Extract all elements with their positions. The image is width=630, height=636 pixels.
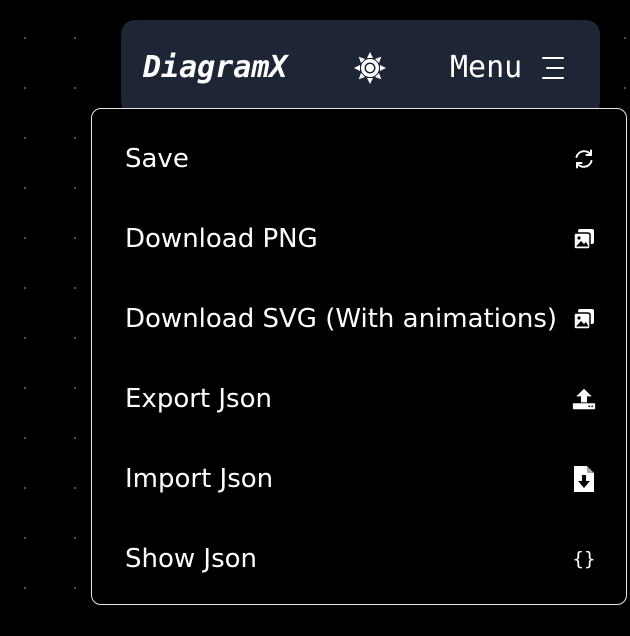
sync-icon <box>572 147 596 171</box>
menu-button[interactable]: Menu <box>450 46 566 90</box>
file-import-icon <box>572 466 596 492</box>
menu-item-save[interactable]: Save <box>92 129 626 189</box>
menu-item-download-png[interactable]: Download PNG <box>92 209 626 269</box>
menu-item-label: Show Json <box>125 544 258 574</box>
menu-item-download-svg[interactable]: Download SVG (With animations) <box>92 289 626 349</box>
menu-item-export-json[interactable]: Export Json <box>92 369 626 429</box>
menu-item-label: Save <box>125 144 189 174</box>
images-icon <box>572 307 596 331</box>
menu-item-label: Export Json <box>125 384 272 414</box>
menu-item-label: Download SVG (With animations) <box>125 304 558 334</box>
menu-item-label: Download PNG <box>125 224 318 254</box>
menu-item-show-json[interactable]: Show Json {} <box>92 529 626 589</box>
menu-dropdown: Save Download PNG Download SVG (With ani… <box>91 108 627 605</box>
sun-icon <box>354 52 386 84</box>
upload-icon <box>572 387 596 411</box>
top-bar: DiagramX Menu <box>121 20 600 116</box>
menu-button-label: Menu <box>450 50 523 85</box>
menu-item-import-json[interactable]: Import Json <box>92 449 626 509</box>
hamburger-icon <box>542 57 565 79</box>
braces-icon: {} <box>572 548 596 570</box>
app-logo[interactable]: DiagramX <box>143 48 288 88</box>
images-icon <box>572 227 596 251</box>
theme-toggle-button[interactable] <box>352 50 388 86</box>
menu-item-label: Import Json <box>125 464 274 494</box>
